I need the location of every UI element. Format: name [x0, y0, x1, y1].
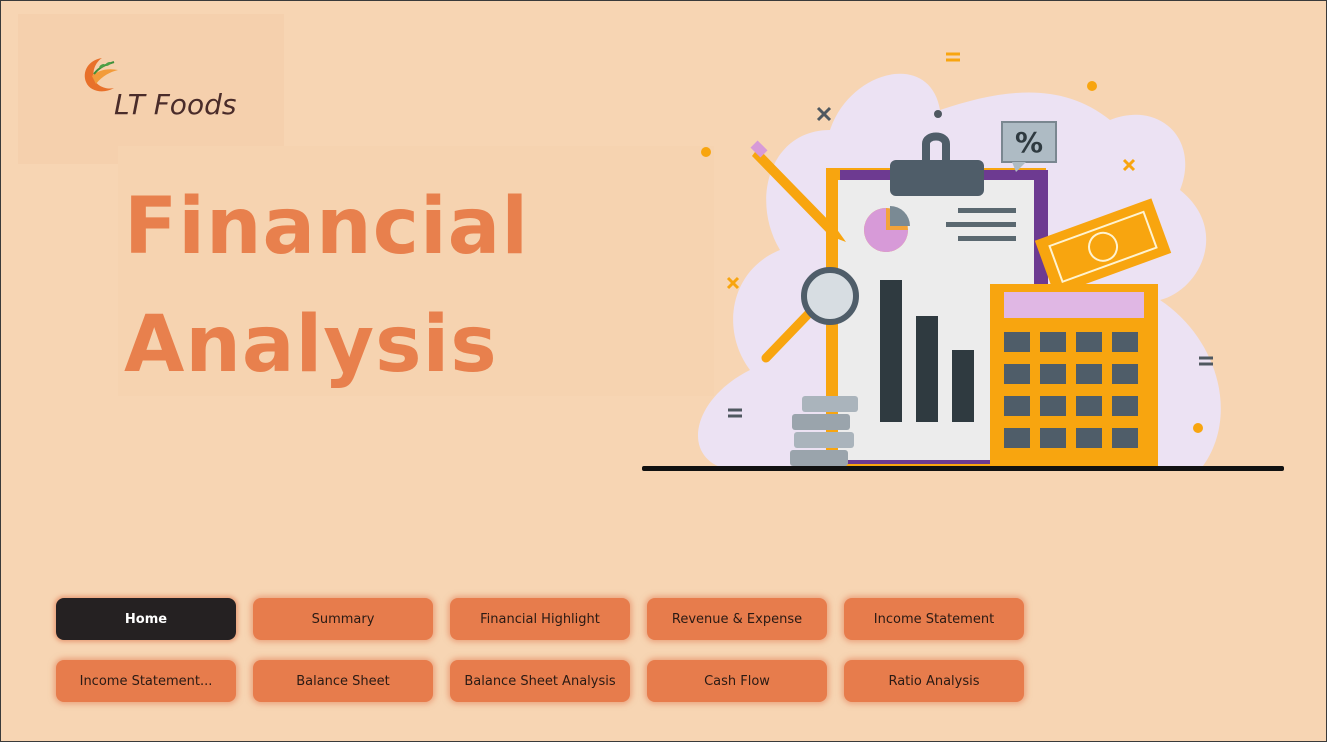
nav-revenue-expense-button[interactable]: Revenue & Expense: [647, 598, 827, 640]
brand-name: LT Foods: [114, 88, 237, 121]
nav-cash-flow-button[interactable]: Cash Flow: [647, 660, 827, 702]
page-title-line-2: Analysis: [124, 300, 498, 390]
nav-ratio-analysis-button[interactable]: Ratio Analysis: [844, 660, 1024, 702]
nav-income-statement-button[interactable]: Income Statement: [844, 598, 1024, 640]
nav-income-statement-2-button[interactable]: Income Statement...: [56, 660, 236, 702]
nav-balance-sheet-button[interactable]: Balance Sheet: [253, 660, 433, 702]
percent-icon: %: [1015, 126, 1043, 159]
nav-home-button[interactable]: Home: [56, 598, 236, 640]
navigation-grid: Home Summary Financial Highlight Revenue…: [56, 598, 1024, 702]
financial-analysis-illustration: %: [642, 52, 1284, 471]
page-title-line-1: Financial: [124, 182, 530, 272]
nav-financial-highlight-button[interactable]: Financial Highlight: [450, 598, 630, 640]
nav-summary-button[interactable]: Summary: [253, 598, 433, 640]
page-title: Financial Analysis: [124, 168, 684, 404]
nav-balance-sheet-analysis-button[interactable]: Balance Sheet Analysis: [450, 660, 630, 702]
logo-panel: LT Foods: [18, 14, 284, 164]
